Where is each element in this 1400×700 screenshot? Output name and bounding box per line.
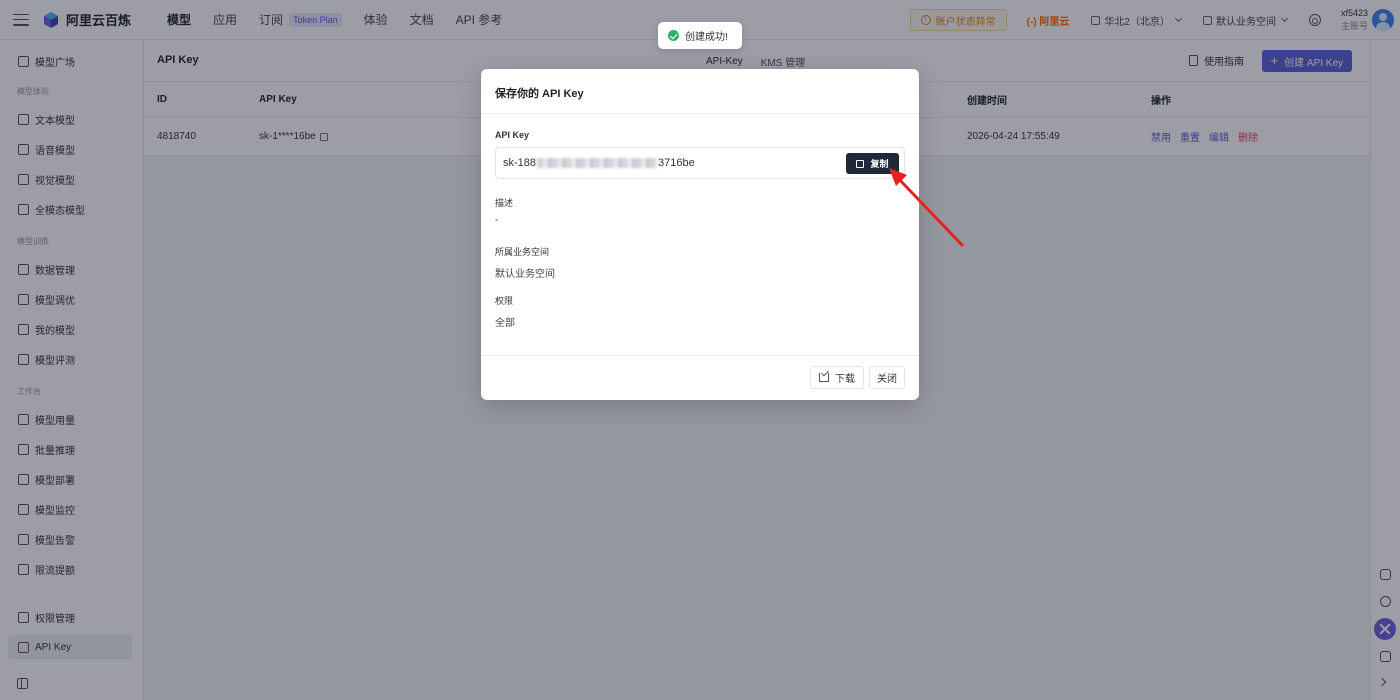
divider (481, 355, 919, 356)
toast-text: 创建成功! (685, 32, 728, 43)
permission-value: 全部 (495, 318, 515, 329)
workspace-field-label: 所属业务空间 (495, 247, 550, 257)
save-api-key-dialog: 保存你的 API Key API Key sk-188 3716be 复制 描述… (481, 69, 919, 400)
description-value: - (495, 215, 499, 226)
api-key-field[interactable]: sk-188 3716be 复制 (495, 147, 905, 179)
api-key-label: API Key (495, 130, 530, 140)
download-button[interactable]: 下载 (810, 366, 864, 389)
close-button[interactable]: 关闭 (869, 366, 905, 389)
copy-icon (856, 159, 865, 168)
success-toast: 创建成功! (658, 22, 742, 49)
api-key-prefix: sk-188 (503, 157, 537, 169)
dialog-title: 保存你的 API Key (495, 88, 584, 100)
download-label: 下载 (835, 374, 855, 385)
annotation-arrow-icon (889, 168, 964, 247)
api-key-masked-segment (537, 158, 658, 168)
download-icon (819, 373, 829, 382)
description-label: 描述 (495, 198, 514, 208)
api-key-suffix: 3716be (658, 157, 695, 169)
divider (481, 113, 919, 114)
check-circle-icon (668, 30, 679, 41)
workspace-field-value: 默认业务空间 (495, 269, 555, 280)
permission-label: 权限 (495, 296, 514, 306)
